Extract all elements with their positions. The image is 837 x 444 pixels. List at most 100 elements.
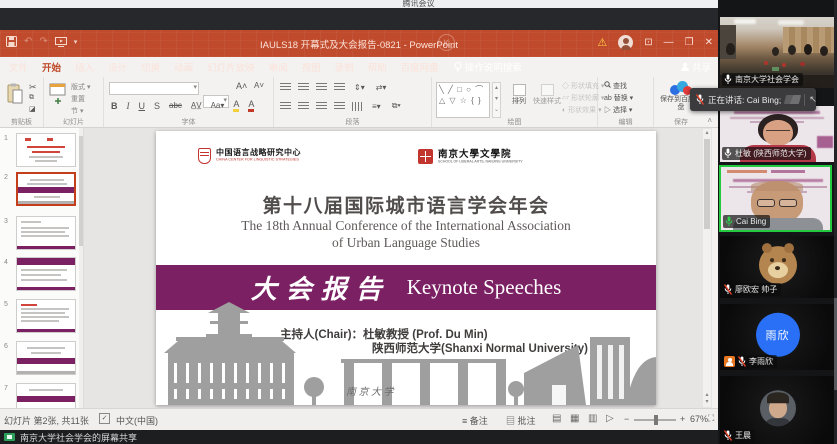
zoom-out-button[interactable]: − [624, 414, 629, 424]
video-tile-dumin[interactable]: 杜敏 (陕西师范大学) [720, 106, 835, 162]
thumbnail-2-selected[interactable]: 2 [0, 172, 84, 210]
numbering-icon[interactable] [298, 83, 309, 92]
cut-icon[interactable]: ✂ [29, 82, 37, 93]
zoom-in-button[interactable]: + [680, 414, 685, 424]
qat-customize-icon[interactable]: ▾ [74, 38, 78, 46]
account-avatar[interactable] [618, 35, 633, 50]
italic-button[interactable]: I [127, 101, 130, 111]
section-button[interactable]: 节 ▾ [71, 106, 83, 117]
change-case-button[interactable]: Aa▾ [211, 101, 225, 110]
tab-view[interactable]: 视图 [295, 57, 328, 77]
reset-button[interactable]: 重置 [71, 94, 85, 105]
zoom-percentage[interactable]: 67% [690, 414, 708, 424]
shrink-font-icon[interactable]: A˅ [254, 81, 264, 90]
tab-record[interactable]: 录制 [328, 57, 361, 77]
tab-animations[interactable]: 动画 [167, 57, 200, 77]
video-tile-avatar-yuxin[interactable]: 雨欣 李雨欣 [720, 304, 835, 370]
share-button[interactable]: 共享 [681, 57, 711, 77]
align-text-icon[interactable]: ≡▾ [372, 102, 381, 111]
thumbnail-4[interactable]: 4 [0, 257, 84, 295]
warning-icon[interactable]: ⚠ [597, 36, 607, 49]
pin-arrow-icon[interactable]: ↖ [809, 94, 817, 105]
select-button[interactable]: ▷ 选择 ▾ [604, 105, 632, 116]
tab-slideshow[interactable]: 幻灯片放映 [200, 57, 262, 77]
language-indicator[interactable]: 中文(中国) [116, 414, 158, 427]
slide-nav-buttons[interactable]: ▴▾ [703, 392, 711, 406]
grow-font-icon[interactable]: A˄ [236, 81, 247, 91]
tab-help[interactable]: 帮助 [361, 57, 394, 77]
scrollbar-thumb[interactable] [704, 139, 710, 229]
tab-transitions[interactable]: 切换 [134, 57, 167, 77]
comments-button[interactable]: ▤ 批注 [506, 414, 536, 427]
video-tile-avatar-wangchen[interactable]: 王晨 [720, 376, 835, 444]
strikethrough-button[interactable]: abc [169, 101, 182, 110]
tab-design[interactable]: 设计 [101, 57, 134, 77]
arrange-button[interactable]: 排列 [504, 83, 534, 106]
fit-to-window-icon[interactable]: ⛶ [708, 413, 714, 424]
char-spacing-button[interactable]: A̲V̲ [191, 101, 202, 110]
start-slideshow-icon[interactable] [55, 37, 67, 47]
ppt-restore-icon[interactable]: ❐ [685, 37, 694, 48]
paste-icon[interactable] [7, 83, 23, 105]
underline-button[interactable]: U [139, 101, 146, 111]
font-color-button[interactable]: A [248, 99, 254, 112]
smartart-icon[interactable]: ⧉▾ [392, 101, 401, 111]
new-slide-icon[interactable] [49, 83, 67, 105]
ppt-close-icon[interactable]: ✕ [705, 37, 713, 48]
reading-view-icon[interactable]: ▥ [588, 413, 597, 424]
thumbnail-scrollbar[interactable] [79, 128, 83, 408]
collapse-ribbon-icon[interactable]: ˄ [707, 116, 712, 125]
normal-view-icon[interactable]: ▤ [552, 413, 561, 424]
redo-icon[interactable]: ↷ [39, 36, 47, 47]
thumbnail-1[interactable]: 1 [0, 133, 84, 171]
shadow-button[interactable]: S [154, 101, 160, 111]
text-direction-icon[interactable]: ⇄▾ [376, 83, 387, 92]
line-spacing-icon[interactable]: ⇕▾ [354, 83, 365, 92]
copy-icon[interactable]: ⧉ [29, 94, 34, 102]
spellcheck-icon[interactable]: ✓ [99, 413, 110, 424]
slide-sorter-icon[interactable]: ▦ [570, 413, 579, 424]
thumbnail-5[interactable]: 5 [0, 299, 84, 337]
shapes-gallery[interactable]: ╲ ╱ □ ○ ⌒△ ▽ ☆ { } [436, 82, 490, 118]
baidu-netdisk-icon[interactable] [670, 81, 692, 95]
align-right-icon[interactable] [316, 102, 327, 111]
ribbon-display-options-icon[interactable]: ⊡ [644, 37, 652, 48]
tellme-box[interactable]: 操作说明搜索 [446, 57, 530, 77]
tab-file[interactable]: 文件 [2, 57, 35, 77]
thumbnail-6[interactable]: 6 [0, 341, 84, 379]
tab-baidu-netdisk[interactable]: 百度网盘 [394, 57, 446, 77]
canvas-scrollbar[interactable]: ▴ ▴▾ [703, 129, 711, 407]
video-tile-caibing-speaking[interactable]: Cai Bing [719, 165, 832, 232]
video-tile-avatar-bear[interactable]: 廖欧宏 帅子 [720, 236, 835, 298]
shapes-gallery-scroll[interactable]: ▴▾⌄ [492, 82, 501, 118]
undo-icon[interactable]: ↶ [24, 36, 32, 47]
thumbnail-3[interactable]: 3 [0, 216, 84, 254]
decrease-indent-icon[interactable] [316, 83, 327, 92]
thumbnail-7[interactable]: 7 [0, 383, 84, 408]
slideshow-view-icon[interactable]: ▷ [606, 413, 614, 424]
zoom-slider-handle[interactable] [654, 415, 658, 425]
highlight-color-button[interactable]: A [233, 99, 239, 112]
tab-review[interactable]: 审阅 [262, 57, 295, 77]
notes-button[interactable]: ≡ 备注 [462, 414, 488, 427]
video-tile-room[interactable]: 南京大学社会学会 [720, 17, 835, 88]
bold-button[interactable]: B [111, 101, 118, 111]
font-name-combo[interactable] [109, 82, 199, 95]
current-slide[interactable]: 中国语言战略研究中心 CHINA CENTER FOR LINGUISTIC S… [156, 131, 656, 405]
ppt-minimize-icon[interactable]: — [664, 37, 674, 48]
bullets-icon[interactable] [280, 83, 291, 92]
replace-button[interactable]: ab 替换 ▾ [604, 93, 633, 104]
align-left-icon[interactable] [280, 102, 291, 111]
speaking-indicator-toast[interactable]: 正在讲话: Cai Bing; ↖ [690, 88, 816, 111]
save-icon[interactable] [6, 36, 17, 47]
shape-effects-button[interactable]: ◐ 形状效果 ▾ [562, 105, 602, 116]
columns-icon[interactable] [352, 102, 363, 111]
justify-icon[interactable] [334, 102, 345, 111]
align-center-icon[interactable] [298, 102, 309, 111]
tab-insert[interactable]: 插入 [68, 57, 101, 77]
layout-button[interactable]: 版式 ▾ [71, 82, 90, 93]
tab-home[interactable]: 开始 [35, 57, 68, 77]
increase-indent-icon[interactable] [334, 83, 345, 92]
quick-styles-button[interactable]: 快速样式 [532, 83, 562, 106]
find-button[interactable]: 查找 [604, 81, 627, 92]
